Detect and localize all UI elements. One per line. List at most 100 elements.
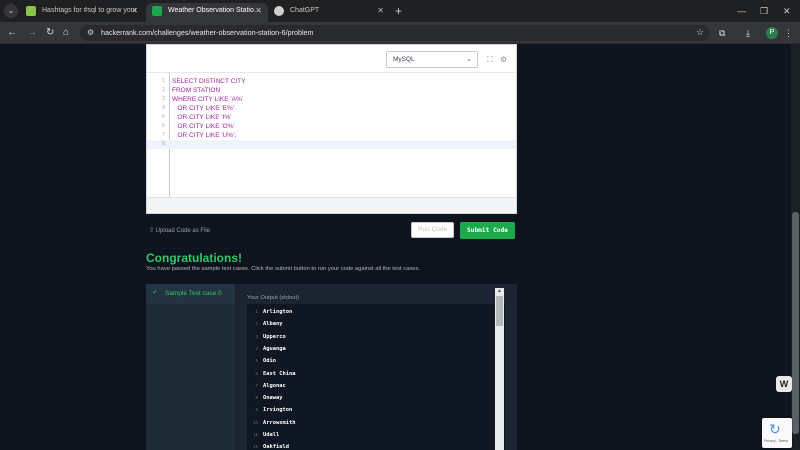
test-case-list: ✓ Sample Test case 0 [146,284,235,450]
scroll-up-arrow-icon[interactable]: ▲ [495,288,504,294]
output-value: Irvington [263,407,293,414]
output-row: 7 Algonac [247,380,492,392]
output-value: Oakfield [263,444,289,450]
test-results-panel: ✓ Sample Test case 0 Your Output (stdout… [146,284,517,450]
new-tab-plus-icon[interactable]: + [395,3,402,19]
language-select-value: MySQL [393,56,415,63]
restore-icon[interactable]: ❐ [760,3,768,19]
submit-code-button[interactable]: Submit Code [460,222,515,239]
output-value: Onaway [263,395,283,402]
output-scroll-thumb[interactable] [496,296,503,326]
close-icon[interactable]: ✕ [377,3,384,19]
code-area[interactable]: 1 SELECT DISTINCT CITY 2 FROM STATION 3 … [147,73,516,197]
output-value: Arrowsmith [263,419,296,426]
editor-header: MySQL ⌄ ⛶ ⚙ [147,45,516,73]
window-close-icon[interactable]: ✕ [783,3,791,19]
output-row: 4 Aguanga [247,343,492,355]
recaptcha-text: Privacy - Terms [764,439,789,443]
profile-avatar[interactable]: P [766,27,778,39]
code-line: 4 OR CITY LIKE 'E%' [147,104,516,113]
home-icon[interactable]: ⌂ [63,26,69,40]
output-line-number: 9 [255,407,258,413]
download-icon[interactable]: ⤓ [746,27,750,39]
line-number: 4 [161,105,165,111]
code-line: 6 OR CITY LIKE 'O%' [147,122,516,131]
test-case-item[interactable]: ✓ Sample Test case 0 [146,284,235,304]
output-line-number: 8 [255,395,258,401]
code-text: OR CITY LIKE 'U%'; [172,132,237,139]
output-line-number: 7 [255,382,258,388]
bookmark-star-icon[interactable]: ☆ [696,27,704,38]
tab-title: Weather Observation Station 6 | [168,7,263,14]
output-row: 8 Onaway [247,392,492,404]
run-code-button[interactable]: Run Code [411,222,454,238]
fullscreen-icon[interactable]: ⛶ [487,55,493,64]
output-line-number: 2 [255,321,258,327]
output-value: Albany [263,321,283,328]
settings-gear-icon[interactable]: ⚙ [500,55,507,64]
output-line-number: 10 [252,419,258,425]
line-number: 5 [161,114,165,120]
line-number: 7 [161,132,165,138]
output-row: 1 Arlington [247,306,492,318]
recaptcha-badge[interactable]: ↻ Privacy - Terms [762,418,792,448]
close-icon[interactable]: ✕ [131,3,138,19]
output-value: Aguanga [263,345,286,352]
congratulations-title: Congratulations! [146,251,242,265]
output-value: Arlington [263,309,293,315]
output-line-number: 3 [255,333,258,339]
extensions-icon[interactable]: ⧉ [719,27,725,39]
line-number: 1 [161,78,165,84]
code-editor: MySQL ⌄ ⛶ ⚙ 1 SELECT DISTINCT CITY 2 FRO… [146,44,517,214]
chevron-down-icon: ⌄ [466,56,472,63]
check-circle-icon: ✓ [152,289,158,296]
more-menu-icon[interactable]: ⋮ [784,27,793,39]
w-extension-badge[interactable]: W [776,376,792,392]
tab-title: Hashtags for #sql to grow your [42,7,137,14]
code-text: OR CITY LIKE 'E%' [172,105,234,112]
output-value: Algonac [263,382,286,389]
upload-icon: ⇧ [149,228,155,234]
tab-title: ChatGPT [290,7,320,14]
code-line: 7 OR CITY LIKE 'U%'; [147,131,516,140]
code-line: 1 SELECT DISTINCT CITY [147,77,516,86]
tab-search-icon[interactable]: ⌄ [4,4,18,18]
page-scroll-thumb[interactable] [792,212,799,434]
line-number: 8 [161,141,165,147]
output-line-number: 11 [253,432,258,437]
code-text: OR CITY LIKE 'I%' [172,114,232,121]
output-value: Upperco [263,333,286,340]
output-line-number: 1 [255,309,258,314]
recaptcha-icon: ↻ [769,421,781,437]
minimize-icon[interactable]: — [737,3,746,19]
url-text: hackerrank.com/challenges/weather-observ… [101,28,314,37]
browser-tab-bar: ⌄ Hashtags for #sql to grow your ✕ Weath… [0,0,800,22]
line-number: 3 [161,96,165,102]
output-scrollbar[interactable]: ▲ [495,288,504,450]
tab-chatgpt[interactable]: ChatGPT ✕ [268,3,390,22]
code-text: OR CITY LIKE 'O%' [172,123,235,130]
reload-icon[interactable]: ↻ [46,26,54,40]
page-scrollbar[interactable] [791,44,800,450]
upload-code-link[interactable]: ⇧ Upload Code as File [149,227,210,234]
code-text: FROM STATION [172,87,221,94]
output-row: 10 Arrowsmith [247,417,492,429]
output-value: East China [263,370,296,377]
output-value: Odin [263,358,276,365]
tab-weather-observation[interactable]: Weather Observation Station 6 | ✕ [146,3,268,22]
site-info-icon[interactable]: ⚙ [87,28,94,37]
test-case-label: Sample Test case 0 [165,290,222,297]
tab-favicon-icon [152,6,162,16]
browser-toolbar: ← → ↻ ⌂ ⚙ hackerrank.com/challenges/weat… [0,22,800,44]
close-icon[interactable]: ✕ [255,3,262,19]
output-label: Your Output (stdout) [247,295,299,301]
tab-hashtags[interactable]: Hashtags for #sql to grow your ✕ [20,3,144,22]
output-line-number: 6 [255,370,258,376]
editor-status-bar [147,197,516,213]
forward-arrow-icon[interactable]: → [27,26,37,40]
language-select[interactable]: MySQL ⌄ [386,51,478,68]
address-bar[interactable]: ⚙ hackerrank.com/challenges/weather-obse… [80,25,710,41]
output-row: 5 Odin [247,355,492,367]
back-arrow-icon[interactable]: ← [7,26,17,40]
output-line-number: 12 [252,444,258,450]
